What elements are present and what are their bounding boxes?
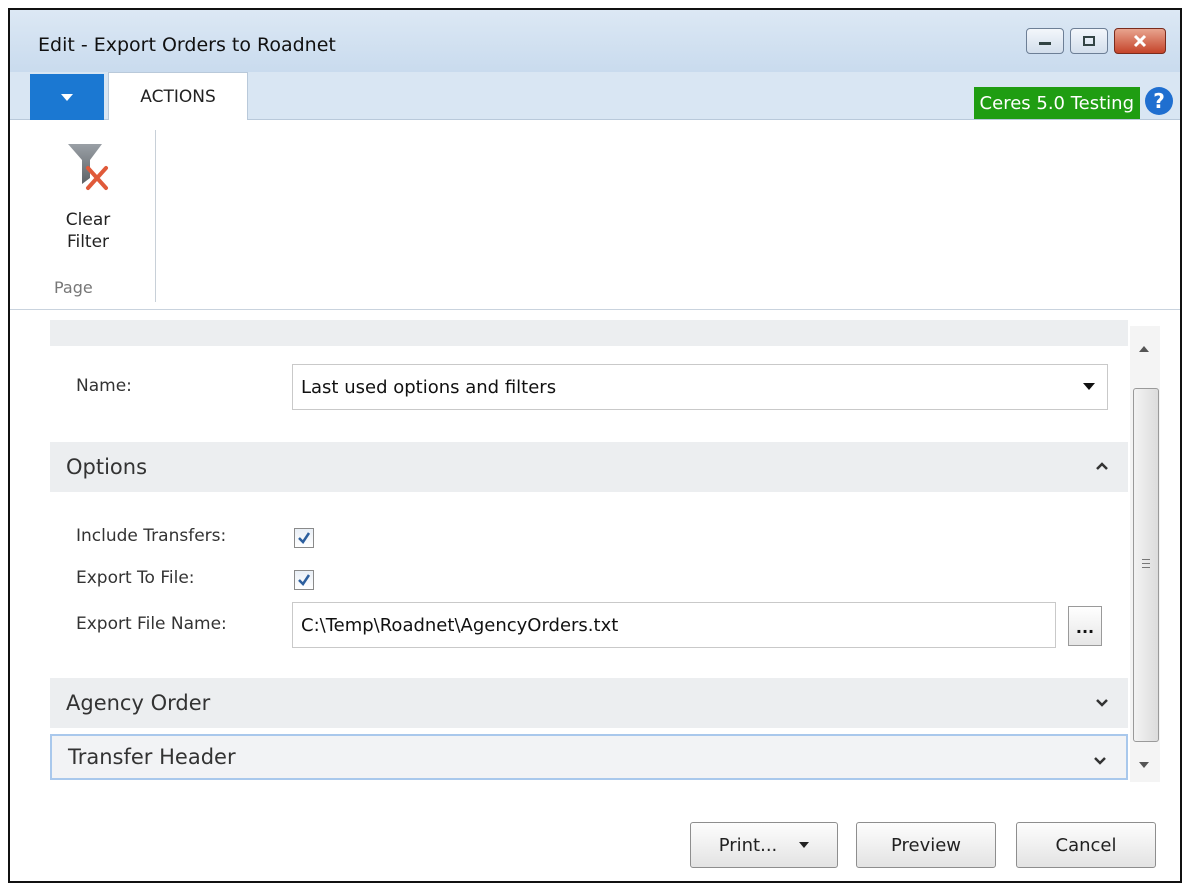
scrollbar-thumb[interactable] [1133, 388, 1159, 742]
section-options-title: Options [66, 455, 148, 479]
chevron-down-icon [1096, 699, 1108, 707]
chevron-up-icon [1096, 462, 1108, 470]
title-bar: Edit - Export Orders to Roadnet [10, 10, 1180, 72]
export-to-file-label: Export To File: [76, 568, 195, 588]
export-file-name-label: Export File Name: [76, 614, 227, 634]
clear-filter-label-1: Clear [65, 210, 111, 230]
section-transfer-header-title: Transfer Header [68, 745, 236, 769]
print-button[interactable]: Print... [690, 822, 838, 868]
name-label: Name: [76, 376, 132, 396]
help-icon[interactable]: ? [1144, 86, 1174, 116]
close-icon [1133, 34, 1147, 48]
print-dropdown-caret-icon [799, 842, 810, 848]
name-dropdown[interactable]: Last used options and filters [292, 364, 1108, 410]
tab-actions[interactable]: ACTIONS [108, 72, 248, 121]
chevron-down-icon [61, 93, 73, 101]
scroll-up-arrow-icon[interactable] [1139, 346, 1149, 352]
maximize-icon [1083, 36, 1095, 46]
name-dropdown-value: Last used options and filters [301, 376, 557, 398]
export-file-name-input[interactable]: C:\Temp\Roadnet\AgencyOrders.txt [292, 602, 1056, 648]
print-button-label: Print... [718, 834, 778, 856]
window-controls [1026, 28, 1166, 54]
maximize-button[interactable] [1070, 28, 1108, 54]
ribbon-group-page: Clear Filter Page [48, 130, 156, 302]
section-agency-order-title: Agency Order [66, 691, 211, 715]
preview-button[interactable]: Preview [856, 822, 996, 868]
saved-settings-header-strip [50, 320, 1128, 346]
vertical-scrollbar[interactable] [1130, 326, 1160, 782]
chevron-down-icon [1094, 757, 1106, 765]
scroll-down-arrow-icon[interactable] [1139, 762, 1149, 768]
checkmark-icon [298, 574, 311, 586]
ribbon-panel: Clear Filter Page [10, 120, 1180, 310]
application-menu-button[interactable] [30, 74, 104, 120]
section-transfer-header-header[interactable]: Transfer Header [50, 734, 1128, 780]
checkmark-icon [298, 532, 311, 544]
dialog-window: Edit - Export Orders to Roadnet ACTIONS … [8, 8, 1182, 883]
browse-file-button[interactable]: ... [1068, 606, 1102, 646]
svg-text:?: ? [1153, 89, 1165, 113]
section-agency-order-header[interactable]: Agency Order [50, 678, 1128, 728]
include-transfers-checkbox[interactable] [294, 528, 314, 548]
include-transfers-label: Include Transfers: [76, 526, 227, 546]
ribbon-tabs: ACTIONS Ceres 5.0 Testing ? [10, 72, 1180, 121]
dropdown-caret-icon [1083, 383, 1095, 390]
export-file-name-value: C:\Temp\Roadnet\AgencyOrders.txt [301, 614, 619, 636]
clear-filter-label-2: Filter [66, 232, 110, 252]
clear-filter-button[interactable]: Clear Filter [48, 138, 128, 253]
clear-filter-icon [68, 144, 108, 190]
section-options-header[interactable]: Options [50, 442, 1128, 492]
close-button[interactable] [1114, 28, 1166, 54]
minimize-button[interactable] [1026, 28, 1064, 54]
group-label-page: Page [54, 278, 93, 297]
request-page-content: Name: Last used options and filters Opti… [10, 310, 1180, 881]
minimize-icon [1039, 42, 1051, 45]
grip-icon [1142, 559, 1150, 571]
company-badge: Ceres 5.0 Testing [973, 87, 1140, 119]
window-title: Edit - Export Orders to Roadnet [38, 34, 336, 56]
cancel-button[interactable]: Cancel [1016, 822, 1156, 868]
export-to-file-checkbox[interactable] [294, 570, 314, 590]
